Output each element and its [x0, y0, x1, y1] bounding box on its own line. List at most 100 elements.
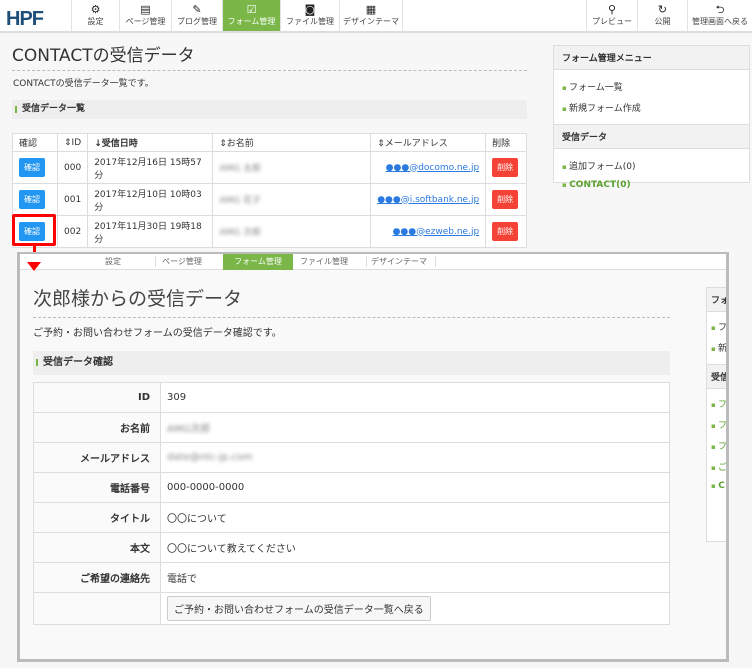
nav-label: 管理画面へ戻る [692, 17, 748, 26]
detail-sidebar-item[interactable]: フ [707, 389, 726, 414]
gear-icon: ⚙ [90, 3, 101, 16]
section-header: 受信データ一覧 [12, 100, 527, 119]
nav-settings[interactable]: ⚙ 設定 [71, 0, 119, 31]
sidebar-item-form-list[interactable]: フォーム一覧 [554, 76, 749, 97]
page-icon: ▤ [140, 3, 151, 16]
field-label: タイトル [33, 502, 161, 533]
pen-icon: ✎ [192, 3, 202, 16]
detail-sidebar-item[interactable]: フ [707, 312, 726, 337]
received-data-table: 確認 ⇕ID ↓受信日時 ⇕お名前 ⇕メールアドレス 削除 確認 000 201… [12, 133, 527, 248]
back-to-list-button[interactable]: ご予約・お問い合わせフォームの受信データ一覧へ戻る [167, 596, 431, 621]
detail-sidebar-item[interactable]: 新 [707, 337, 726, 364]
field-value: 〇〇について [160, 502, 670, 533]
detail-row: ご予約・お問い合わせフォームの受信データ一覧へ戻る [33, 592, 670, 625]
detail-screenshot-panel: 設定 ページ管理 フォーム管理 ファイル管理 デザインテーマ 次郎様からの受信デ… [17, 252, 729, 662]
field-value: AMG次郎 [167, 424, 211, 435]
detail-sidebar-item[interactable]: フ [707, 435, 726, 456]
detail-description: ご予約・お問い合わせフォームの受信データ確認です。 [33, 328, 282, 339]
nav-files[interactable]: ◙ ファイル管理 [280, 0, 339, 31]
field-label: ご希望の連絡先 [33, 562, 161, 593]
detail-sidebar-item[interactable]: フ [707, 414, 726, 435]
detail-tab[interactable]: デザインテーマ [366, 256, 436, 267]
nav-label: フォーム管理 [227, 17, 276, 26]
detail-table: ID 309 お名前 AMG次郎 メールアドレス date@ntc-jp.com 電話… [33, 382, 670, 625]
delete-button[interactable]: 削除 [492, 158, 519, 177]
field-value: 〇〇について教えてください [160, 532, 670, 563]
table-header: 確認 ⇕ID ↓受信日時 ⇕お名前 ⇕メールアドレス 削除 [12, 133, 527, 152]
col-date[interactable]: ↓受信日時 [87, 133, 214, 152]
confirm-button[interactable]: 確認 [19, 190, 45, 209]
form-icon: ☑ [246, 3, 257, 16]
detail-tab[interactable]: ページ管理 [155, 256, 202, 267]
nav-pages[interactable]: ▤ ページ管理 [119, 0, 171, 31]
nav-label: 設定 [87, 17, 104, 26]
detail-sidebar-item[interactable]: C [707, 477, 726, 495]
field-label: 本文 [33, 532, 161, 563]
sidebar-item-additional-form[interactable]: 追加フォーム(0) [554, 155, 749, 176]
detail-sidebar-title: フォ [707, 288, 726, 312]
row-name: AMG 次郎 [219, 228, 261, 238]
nav-forms[interactable]: ☑ フォーム管理 [222, 0, 280, 31]
row-name: AMG 花子 [219, 196, 261, 206]
row-date: 2017年12月16日 15時57分 [87, 151, 214, 184]
nav-preview[interactable]: ⚲ プレビュー [586, 0, 637, 31]
field-label: メールアドレス [33, 442, 161, 473]
detail-row: ご希望の連絡先 電話で [33, 562, 670, 593]
nav-blog[interactable]: ✎ ブログ管理 [171, 0, 222, 31]
field-value: 000-0000-0000 [160, 472, 670, 503]
field-value: 309 [160, 382, 670, 413]
detail-nav: 設定 ページ管理 フォーム管理 ファイル管理 デザインテーマ [20, 254, 726, 270]
row-email[interactable]: ●●●@docomo.ne.jp [386, 163, 480, 173]
sidebar-menu-title: フォーム管理メニュー [554, 46, 749, 70]
col-confirm: 確認 [12, 133, 58, 152]
field-value: date@ntc-jp.com [167, 452, 253, 463]
nav-label: プレビュー [592, 17, 632, 26]
nav-design-theme[interactable]: ▦ デザインテーマ [339, 0, 403, 31]
detail-tab[interactable]: ファイル管理 [300, 256, 348, 267]
detail-section-header: 受信データ確認 [33, 351, 670, 375]
delete-button[interactable]: 削除 [492, 222, 519, 241]
page-description: CONTACTの受信データ一覧です。 [13, 79, 154, 89]
nav-label: 公開 [654, 17, 671, 26]
return-icon: ⮌ [715, 3, 725, 16]
table-row: 確認 001 2017年12月10日 10時03分 AMG 花子 ●●●@i.s… [12, 183, 527, 216]
arrow-down-icon [27, 262, 41, 271]
detail-tab[interactable]: 設定 [105, 256, 121, 267]
sidebar-item-contact[interactable]: CONTACT(0) [554, 176, 749, 194]
confirm-button[interactable]: 確認 [19, 158, 45, 177]
col-email[interactable]: ⇕メールアドレス [370, 133, 487, 152]
sidebar-data-title: 受信データ [554, 124, 749, 149]
detail-row: ID 309 [33, 382, 670, 413]
logo: HPF [6, 8, 44, 30]
row-id: 001 [56, 183, 89, 216]
detail-row: メールアドレス date@ntc-jp.com [33, 442, 670, 473]
table-row: 確認 000 2017年12月16日 15時57分 AMG 太郎 ●●●@doc… [12, 151, 527, 184]
row-name: AMG 太郎 [219, 164, 261, 174]
detail-row: 電話番号 000-0000-0000 [33, 472, 670, 503]
sidebar: フォーム管理メニュー フォーム一覧 新規フォーム作成 受信データ 追加フォーム(… [553, 45, 750, 190]
field-label: ID [33, 382, 161, 413]
theme-icon: ▦ [365, 3, 377, 16]
nav-publish[interactable]: ↻ 公開 [637, 0, 687, 31]
row-id: 000 [56, 151, 89, 184]
detail-sidebar-partial: フォ フ 新 受信 フ フ フ ご C [706, 287, 726, 542]
row-email[interactable]: ●●●@i.softbank.ne.jp [377, 195, 479, 205]
sidebar-item-new-form[interactable]: 新規フォーム作成 [554, 97, 749, 118]
nav-label: ファイル管理 [286, 17, 334, 26]
top-nav: HPF ⚙ 設定 ▤ ページ管理 ✎ ブログ管理 ☑ フォーム管理 ◙ ファイル管理 ▦ デ… [0, 0, 752, 33]
detail-sidebar-item[interactable]: ご [707, 456, 726, 477]
camera-icon: ◙ [304, 3, 316, 16]
row-date: 2017年11月30日 19時18分 [87, 215, 214, 248]
nav-back-to-admin[interactable]: ⮌ 管理画面へ戻る [687, 0, 752, 31]
col-id[interactable]: ⇕ID [56, 133, 89, 152]
detail-row: タイトル 〇〇について [33, 502, 670, 533]
refresh-icon: ↻ [657, 3, 668, 16]
col-name[interactable]: ⇕お名前 [212, 133, 372, 152]
detail-title: 次郎様からの受信データ [33, 284, 670, 318]
nav-label: ブログ管理 [177, 17, 217, 26]
delete-button[interactable]: 削除 [492, 190, 519, 209]
row-email[interactable]: ●●●@ezweb.ne.jp [393, 227, 480, 237]
row-id: 002 [56, 215, 89, 248]
table-row: 確認 002 2017年11月30日 19時18分 AMG 次郎 ●●●@ezw… [12, 215, 527, 248]
detail-tab-active[interactable]: フォーム管理 [223, 254, 293, 270]
